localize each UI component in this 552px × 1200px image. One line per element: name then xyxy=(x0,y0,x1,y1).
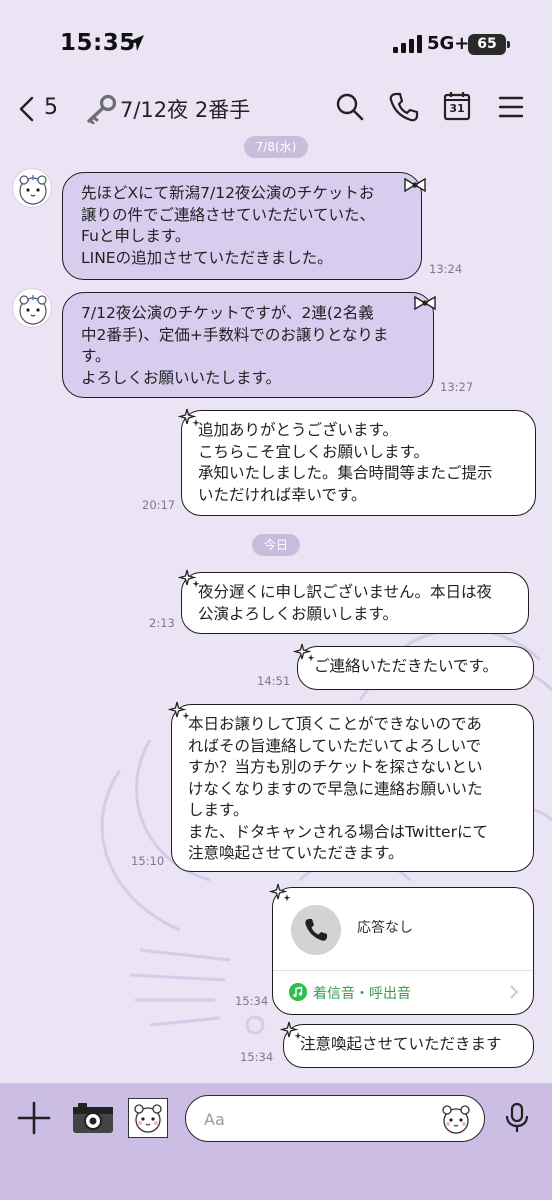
message-text: 注意喚起させていただきます xyxy=(300,1035,502,1053)
ringtone-link[interactable]: 着信音・呼出音 xyxy=(273,971,533,1014)
message-text: 先ほどXにて新潟7/12夜公演のチケットお 譲りの件でご連絡させていただいていた… xyxy=(81,184,376,267)
message-time: 15:34 xyxy=(235,994,269,1008)
sparkle-icon xyxy=(293,643,315,662)
sparkle-icon xyxy=(168,701,190,720)
message-text: 7/12夜公演のチケットですが、2連(2名義 中2番手)、定価+手数料でのお譲り… xyxy=(81,304,389,387)
message-text: 夜分遅くに申し訳ございません。本日は夜 公演よろしくお願いします。 xyxy=(198,583,493,623)
chevron-right-icon xyxy=(510,985,519,999)
chat-title-text: 7/12夜 2番手 xyxy=(120,98,251,122)
message-input[interactable] xyxy=(204,1106,424,1132)
message-time: 20:17 xyxy=(142,498,176,512)
date-separator: 今日 xyxy=(252,534,300,556)
sparkle-icon xyxy=(178,408,200,427)
message-time: 13:27 xyxy=(440,380,474,394)
sparkle-icon xyxy=(178,569,200,588)
sparkle-icon xyxy=(280,1021,302,1040)
message-bubble-received[interactable]: 先ほどXにて新潟7/12夜公演のチケットお 譲りの件でご連絡させていただいていた… xyxy=(62,172,422,280)
message-bubble-sent[interactable]: 本日お譲りして頂くことができないのであ ればその旨連絡していただいてよろしいで … xyxy=(171,704,534,872)
status-bar: 15:35 5G+ 65 xyxy=(0,0,552,88)
ringtone-label: 着信音・呼出音 xyxy=(313,986,411,1002)
message-bubble-received[interactable]: 7/12夜公演のチケットですが、2連(2名義 中2番手)、定価+手数料でのお譲り… xyxy=(62,292,434,398)
signal-icon xyxy=(393,35,422,53)
message-text: ご連絡いただきたいです。 xyxy=(314,657,498,675)
chat-title[interactable]: 7/12夜 2番手 xyxy=(84,92,250,126)
key-icon xyxy=(87,94,117,124)
message-input-bar xyxy=(0,1083,552,1200)
phone-icon[interactable] xyxy=(388,91,420,123)
date-separator: 7/8(水) xyxy=(244,136,308,158)
phone-icon xyxy=(305,919,327,941)
message-bubble-sent[interactable]: 追加ありがとうございます。 こちらこそ宜しくお願いします。 承知いたしました。集… xyxy=(181,410,536,516)
missed-call-card[interactable]: 応答なし 着信音・呼出音 xyxy=(272,887,534,1015)
call-icon-circle xyxy=(291,905,341,955)
message-input-field[interactable] xyxy=(185,1095,485,1142)
network-label: 5G+ xyxy=(427,33,470,54)
chevron-left-icon xyxy=(19,96,34,122)
calendar-icon[interactable]: 31 xyxy=(443,91,475,123)
chat-header: 5 7/12夜 2番手 31 xyxy=(0,88,552,130)
message-time: 15:34 xyxy=(240,1050,274,1064)
message-time: 14:51 xyxy=(257,674,291,688)
message-time: 15:10 xyxy=(131,854,165,868)
music-note-icon xyxy=(289,983,307,1001)
back-button[interactable]: 5 xyxy=(16,90,66,126)
message-time: 2:13 xyxy=(149,616,175,630)
message-text: 追加ありがとうございます。 こちらこそ宜しくお願いします。 承知いたしました。集… xyxy=(198,421,493,504)
hamster-avatar-icon xyxy=(19,175,47,205)
message-time: 13:24 xyxy=(429,262,463,276)
microphone-icon[interactable] xyxy=(504,1102,530,1134)
search-icon[interactable] xyxy=(334,91,366,123)
message-text: 本日お譲りして頂くことができないのであ ればその旨連絡していただいてよろしいで … xyxy=(188,715,488,862)
calendar-day: 31 xyxy=(449,102,465,115)
plus-icon[interactable] xyxy=(16,1100,52,1136)
unread-count: 5 xyxy=(44,95,58,120)
bow-decoration-icon xyxy=(404,177,426,193)
message-bubble-sent[interactable]: 注意喚起させていただきます xyxy=(283,1024,534,1068)
status-time: 15:35 xyxy=(60,30,136,56)
call-status: 応答なし xyxy=(357,920,413,936)
message-bubble-sent[interactable]: ご連絡いただきたいです。 xyxy=(297,646,534,690)
camera-icon[interactable] xyxy=(71,1100,115,1136)
hamster-avatar-icon xyxy=(19,295,47,325)
sticker-button[interactable] xyxy=(128,1098,168,1138)
message-bubble-sent[interactable]: 夜分遅くに申し訳ございません。本日は夜 公演よろしくお願いします。 xyxy=(181,572,529,634)
hamster-sticker-icon xyxy=(134,1104,162,1133)
location-arrow-icon xyxy=(128,35,144,51)
avatar[interactable] xyxy=(12,288,52,328)
battery-icon: 65 xyxy=(468,34,506,55)
bow-decoration-icon xyxy=(414,295,436,311)
menu-icon[interactable] xyxy=(496,91,528,123)
avatar[interactable] xyxy=(12,168,52,208)
sparkle-icon xyxy=(269,883,291,902)
battery-tip xyxy=(507,41,510,48)
hamster-emoji-icon[interactable] xyxy=(438,1101,474,1137)
